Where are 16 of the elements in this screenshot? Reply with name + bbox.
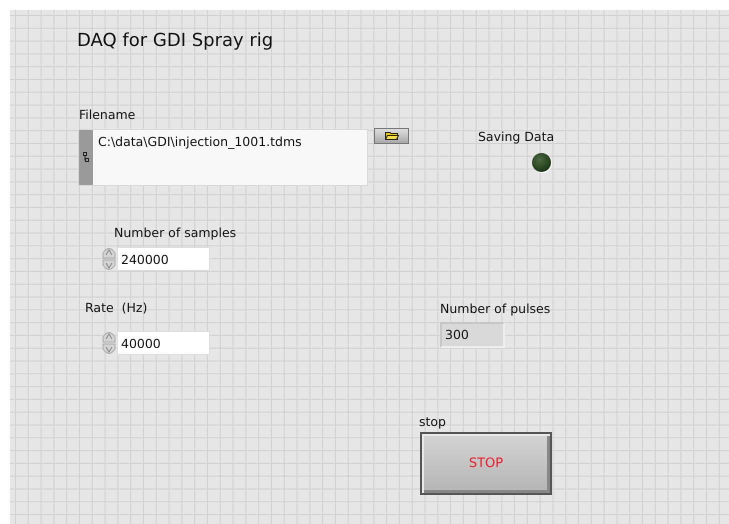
spinner-arrows[interactable] [102, 246, 116, 272]
folder-icon [384, 132, 398, 140]
panel-title: DAQ for GDI Spray rig [77, 30, 274, 51]
indicator-label: Saving Data [478, 129, 554, 144]
browse-button[interactable] [374, 128, 409, 144]
path-icon [83, 152, 89, 163]
field-label: Rate (Hz) [85, 300, 148, 315]
field-label: Filename [79, 107, 136, 122]
button-label: stop [419, 414, 446, 429]
number-indicator: 300 [440, 322, 505, 348]
number-field[interactable]: 40000 [117, 331, 210, 355]
path-field[interactable]: C:\data\GDI\injection_1001.tdms [78, 129, 368, 186]
field-label: Number of samples [114, 225, 236, 240]
number-field[interactable]: 240000 [117, 247, 210, 271]
indicator-label: Number of pulses [440, 301, 550, 316]
spinner-arrows[interactable] [102, 330, 116, 356]
